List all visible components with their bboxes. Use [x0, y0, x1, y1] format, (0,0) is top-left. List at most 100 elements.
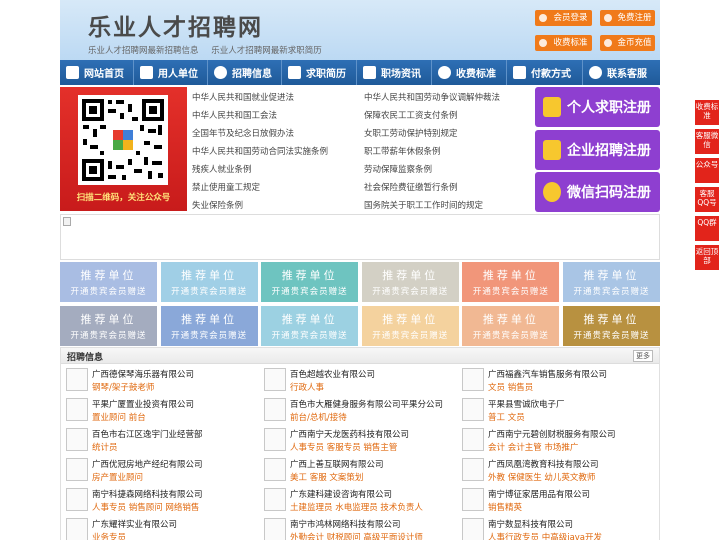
- company-name-link[interactable]: 广西南宁天龙医药科技有限公司: [290, 428, 409, 440]
- recommend-unit[interactable]: 推荐单位 开通贵宾会员赠送: [563, 262, 660, 302]
- job-positions-link[interactable]: 房产置业顾问: [92, 471, 143, 483]
- member-login-button[interactable]: 会员登录: [535, 10, 592, 26]
- recommend-unit[interactable]: 推荐单位 开通贵宾会员赠送: [60, 306, 157, 346]
- law-link[interactable]: 中华人民共和国劳动合同法实施条例: [192, 145, 328, 157]
- company-name-link[interactable]: 百色市右江区逸宇门业经营部: [92, 428, 203, 440]
- job-positions-link[interactable]: 前台/总机/接待: [290, 411, 347, 423]
- law-link[interactable]: 全国年节及纪念日放假办法: [192, 127, 294, 139]
- banner-ad[interactable]: [60, 214, 660, 260]
- job-positions-link[interactable]: 文员 销售员: [488, 381, 533, 393]
- job-positions-link[interactable]: 土建监理员 水电监理员 技术负责人: [290, 501, 423, 513]
- recommend-unit[interactable]: 推荐单位 开通贵宾会员赠送: [160, 306, 258, 346]
- fee-standard-button[interactable]: 收费标准: [535, 35, 592, 51]
- company-name-link[interactable]: 广西上善互联网有限公司: [290, 458, 384, 470]
- job-positions-link[interactable]: 普工 文员: [488, 411, 525, 423]
- company-logo-icon[interactable]: [264, 488, 286, 511]
- company-logo-icon[interactable]: [264, 518, 286, 540]
- law-link[interactable]: 女职工劳动保护特别规定: [364, 127, 458, 139]
- company-name-link[interactable]: 广西凤凰湾教育科技有限公司: [488, 458, 599, 470]
- job-positions-link[interactable]: 钢琴/架子鼓老师: [92, 381, 154, 393]
- law-link[interactable]: 中华人民共和国劳动争议调解仲裁法: [364, 91, 500, 103]
- job-positions-link[interactable]: 美工 客服 文案策划: [290, 471, 363, 483]
- job-positions-link[interactable]: 销售精英: [488, 501, 522, 513]
- company-name-link[interactable]: 平果县雪诚欣电子厂: [488, 398, 565, 410]
- nav-resumes[interactable]: 求职简历: [282, 60, 357, 85]
- nav-payment[interactable]: 付款方式: [507, 60, 583, 85]
- company-logo-icon[interactable]: [66, 488, 88, 511]
- recommend-unit[interactable]: 推荐单位 开通贵宾会员赠送: [361, 306, 459, 346]
- company-name-link[interactable]: 南宁数显科技有限公司: [488, 518, 573, 530]
- recommend-unit[interactable]: 推荐单位 开通贵宾会员赠送: [563, 306, 660, 346]
- enterprise-register-button[interactable]: 企业招聘注册: [535, 130, 660, 170]
- side-fee-standard[interactable]: 收费标准: [695, 100, 719, 125]
- job-positions-link[interactable]: 人事专员 客服专员 销售主管: [290, 441, 397, 453]
- company-name-link[interactable]: 百色市大雁健身服务有限公司平果分公司: [290, 398, 443, 410]
- wechat-register-button[interactable]: 微信扫码注册: [535, 172, 660, 212]
- law-link[interactable]: 中华人民共和国就业促进法: [192, 91, 294, 103]
- nav-jobs[interactable]: 招聘信息: [208, 60, 282, 85]
- company-name-link[interactable]: 南宁科捷森网络科技有限公司: [92, 488, 203, 500]
- company-name-link[interactable]: 百色超越农业有限公司: [290, 368, 375, 380]
- company-name-link[interactable]: 广东建科建设咨询有限公司: [290, 488, 392, 500]
- job-positions-link[interactable]: 置业顾问 前台: [92, 411, 146, 423]
- law-link[interactable]: 中华人民共和国工会法: [192, 109, 277, 121]
- job-positions-link[interactable]: 外勤会计 财税顾问 高级平面设计师: [290, 531, 423, 540]
- company-name-link[interactable]: 广西南宁元碧创财税服务有限公司: [488, 428, 616, 440]
- side-service-wechat[interactable]: 客服微信: [695, 129, 719, 154]
- nav-employers[interactable]: 用人单位: [134, 60, 208, 85]
- job-positions-link[interactable]: 业务专员: [92, 531, 126, 540]
- company-logo-icon[interactable]: [66, 428, 88, 451]
- jobs-more-button[interactable]: 更多: [633, 350, 653, 362]
- side-service-qq[interactable]: 客服QQ号: [695, 187, 719, 212]
- recommend-unit[interactable]: 推荐单位 开通贵宾会员赠送: [361, 262, 459, 302]
- site-title[interactable]: 乐业人才招聘网: [88, 8, 263, 42]
- nav-home[interactable]: 网站首页: [60, 60, 134, 85]
- company-logo-icon[interactable]: [66, 518, 88, 540]
- latest-resumes-link[interactable]: 乐业人才招聘网最新求职简历: [211, 46, 322, 56]
- company-logo-icon[interactable]: [66, 368, 88, 391]
- company-logo-icon[interactable]: [264, 428, 286, 451]
- nav-service[interactable]: 联系客服: [583, 60, 660, 85]
- job-positions-link[interactable]: 统计员: [92, 441, 118, 453]
- company-name-link[interactable]: 广西福鑫汽车销售服务有限公司: [488, 368, 607, 380]
- law-link[interactable]: 职工带薪年休假条例: [364, 145, 441, 157]
- company-logo-icon[interactable]: [462, 368, 484, 391]
- law-link[interactable]: 劳动保障监察条例: [364, 163, 432, 175]
- law-link[interactable]: 保障农民工工资支付条例: [364, 109, 458, 121]
- company-logo-icon[interactable]: [264, 458, 286, 481]
- law-link[interactable]: 社会保险费征缴暂行条例: [364, 181, 458, 193]
- company-logo-icon[interactable]: [66, 398, 88, 421]
- job-positions-link[interactable]: 人事行政专员 中高级java开发: [488, 531, 602, 540]
- company-logo-icon[interactable]: [66, 458, 88, 481]
- recommend-unit[interactable]: 推荐单位 开通贵宾会员赠送: [160, 262, 258, 302]
- law-link[interactable]: 国务院关于职工工作时间的规定: [364, 199, 483, 211]
- company-name-link[interactable]: 南宁博征家居用品有限公司: [488, 488, 590, 500]
- company-logo-icon[interactable]: [462, 488, 484, 511]
- recommend-unit[interactable]: 推荐单位 开通贵宾会员赠送: [261, 262, 359, 302]
- nav-news[interactable]: 职场资讯: [357, 60, 432, 85]
- latest-jobs-link[interactable]: 乐业人才招聘网最新招聘信息: [88, 46, 199, 56]
- company-logo-icon[interactable]: [264, 398, 286, 421]
- personal-register-button[interactable]: 个人求职注册: [535, 87, 660, 127]
- side-back-to-top[interactable]: 返回顶部: [695, 245, 719, 270]
- company-name-link[interactable]: 广西德保琴海乐器有限公司: [92, 368, 194, 380]
- recommend-unit[interactable]: 推荐单位 开通贵宾会员赠送: [60, 262, 157, 302]
- job-positions-link[interactable]: 外教 保健医生 幼儿英文教师: [488, 471, 595, 483]
- company-logo-icon[interactable]: [462, 518, 484, 540]
- company-name-link[interactable]: 南宁市鸿林网络科技有限公司: [290, 518, 401, 530]
- recommend-unit[interactable]: 推荐单位 开通贵宾会员赠送: [462, 306, 560, 346]
- company-name-link[interactable]: 平果广厦置业投资有限公司: [92, 398, 194, 410]
- recommend-unit[interactable]: 推荐单位 开通贵宾会员赠送: [462, 262, 560, 302]
- job-positions-link[interactable]: 行政人事: [290, 381, 324, 393]
- job-positions-link[interactable]: 会计 会计主管 市场推广: [488, 441, 578, 453]
- law-link[interactable]: 残疾人就业条例: [192, 163, 252, 175]
- company-logo-icon[interactable]: [462, 398, 484, 421]
- company-logo-icon[interactable]: [264, 368, 286, 391]
- company-name-link[interactable]: 广东耀祥实业有限公司: [92, 518, 177, 530]
- company-logo-icon[interactable]: [462, 458, 484, 481]
- coin-recharge-button[interactable]: 金币充值: [600, 35, 655, 51]
- company-name-link[interactable]: 广西优冠房地产经纪有限公司: [92, 458, 203, 470]
- law-link[interactable]: 失业保险条例: [192, 199, 243, 211]
- side-official-account[interactable]: 公众号: [695, 158, 719, 183]
- job-positions-link[interactable]: 人事专员 销售顾问 网络销售: [92, 501, 199, 513]
